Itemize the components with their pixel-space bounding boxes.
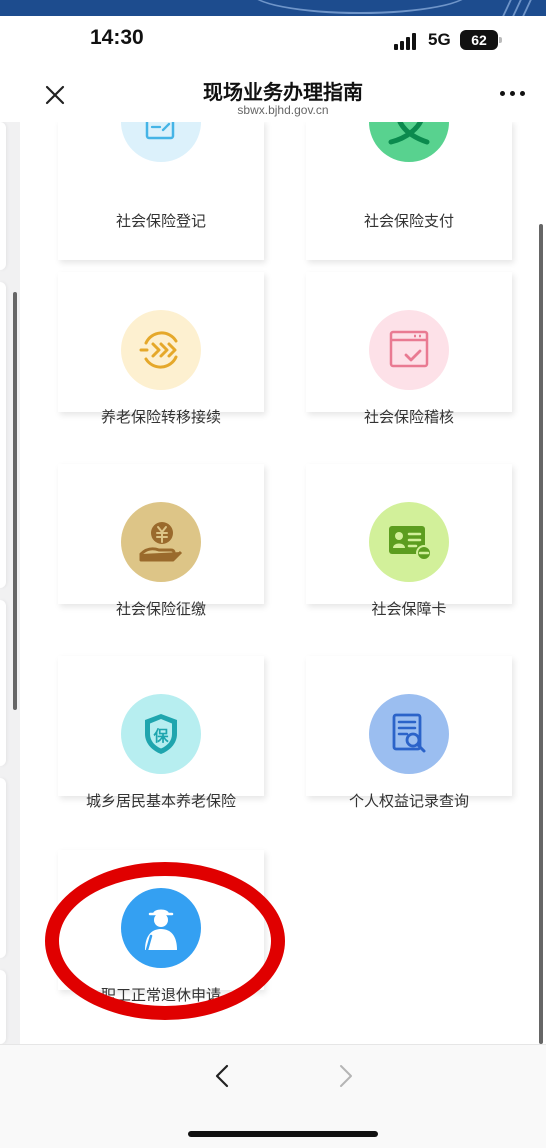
left-scrollbar[interactable] bbox=[13, 292, 17, 710]
document-icon bbox=[121, 122, 201, 162]
svg-text:保: 保 bbox=[152, 727, 169, 745]
tile-label: 个人权益记录查询 bbox=[348, 792, 469, 810]
more-options-icon[interactable] bbox=[498, 90, 528, 98]
tile-label: 职工正常退休申请 bbox=[100, 986, 221, 1004]
status-bar: 14:30 5G 62 bbox=[0, 16, 546, 64]
service-tile-social-security-card[interactable]: 社会保障卡 bbox=[306, 464, 512, 618]
shield-bao-icon: 保 bbox=[121, 694, 201, 774]
status-time: 14:30 bbox=[90, 26, 144, 49]
side-card bbox=[0, 600, 6, 766]
forward-arrow-icon[interactable] bbox=[330, 1061, 360, 1091]
transfer-arrows-icon bbox=[121, 310, 201, 390]
service-tile-employee-retirement-application[interactable]: 职工正常退休申请 bbox=[58, 850, 264, 1004]
back-arrow-icon[interactable] bbox=[208, 1061, 238, 1091]
battery-icon: 62 bbox=[460, 30, 502, 50]
calendar-check-icon bbox=[369, 310, 449, 390]
tile-label: 城乡居民基本养老保险 bbox=[85, 792, 236, 810]
service-tile-social-insurance-collection[interactable]: 社会保险征缴 bbox=[58, 464, 264, 618]
tile-label: 社会保险征缴 bbox=[115, 600, 206, 618]
retiree-icon bbox=[121, 888, 201, 968]
battery-level: 62 bbox=[471, 32, 487, 48]
id-card-icon bbox=[369, 502, 449, 582]
page-title: 现场业务办理指南 bbox=[203, 80, 363, 104]
side-card bbox=[0, 970, 6, 1044]
right-scrollbar[interactable] bbox=[539, 224, 543, 1044]
home-indicator[interactable] bbox=[188, 1131, 378, 1137]
alipay-zhi-icon bbox=[369, 122, 449, 162]
tile-label: 社会保险稽核 bbox=[363, 408, 454, 426]
side-card bbox=[0, 778, 6, 958]
services-grid: 社会保险登记 社会保险支付 养老保险转移接续 社会保险稽核 社会保险征缴 社会保… bbox=[20, 122, 527, 1044]
tile-label: 社会保险登记 bbox=[115, 212, 206, 230]
side-card bbox=[0, 122, 6, 270]
service-tile-personal-rights-record[interactable]: 个人权益记录查询 bbox=[306, 656, 512, 810]
cellular-signal-icon bbox=[394, 32, 420, 50]
nav-header: 现场业务办理指南 sbwx.bjhd.gov.cn bbox=[0, 64, 546, 122]
services-page: 社会保险登记 社会保险支付 养老保险转移接续 社会保险稽核 社会保险征缴 社会保… bbox=[0, 122, 546, 1044]
tile-label: 社会保险支付 bbox=[363, 212, 454, 230]
network-type: 5G bbox=[428, 30, 451, 49]
side-card bbox=[0, 282, 6, 588]
service-tile-social-insurance-audit[interactable]: 社会保险稽核 bbox=[306, 272, 512, 426]
service-tile-social-insurance-payment[interactable]: 社会保险支付 bbox=[306, 122, 512, 260]
bottom-toolbar bbox=[0, 1044, 546, 1148]
right-panel bbox=[527, 122, 546, 1044]
service-tile-urban-rural-pension[interactable]: 保 城乡居民基本养老保险 bbox=[58, 656, 264, 810]
tile-label: 养老保险转移接续 bbox=[100, 408, 221, 426]
hand-coin-icon bbox=[121, 502, 201, 582]
top-banner-strip bbox=[0, 0, 546, 16]
tile-label: 社会保障卡 bbox=[371, 600, 447, 618]
service-tile-social-insurance-registration[interactable]: 社会保险登记 bbox=[58, 122, 264, 260]
document-search-icon bbox=[369, 694, 449, 774]
service-tile-pension-transfer[interactable]: 养老保险转移接续 bbox=[58, 272, 264, 426]
page-domain: sbwx.bjhd.gov.cn bbox=[237, 103, 329, 117]
